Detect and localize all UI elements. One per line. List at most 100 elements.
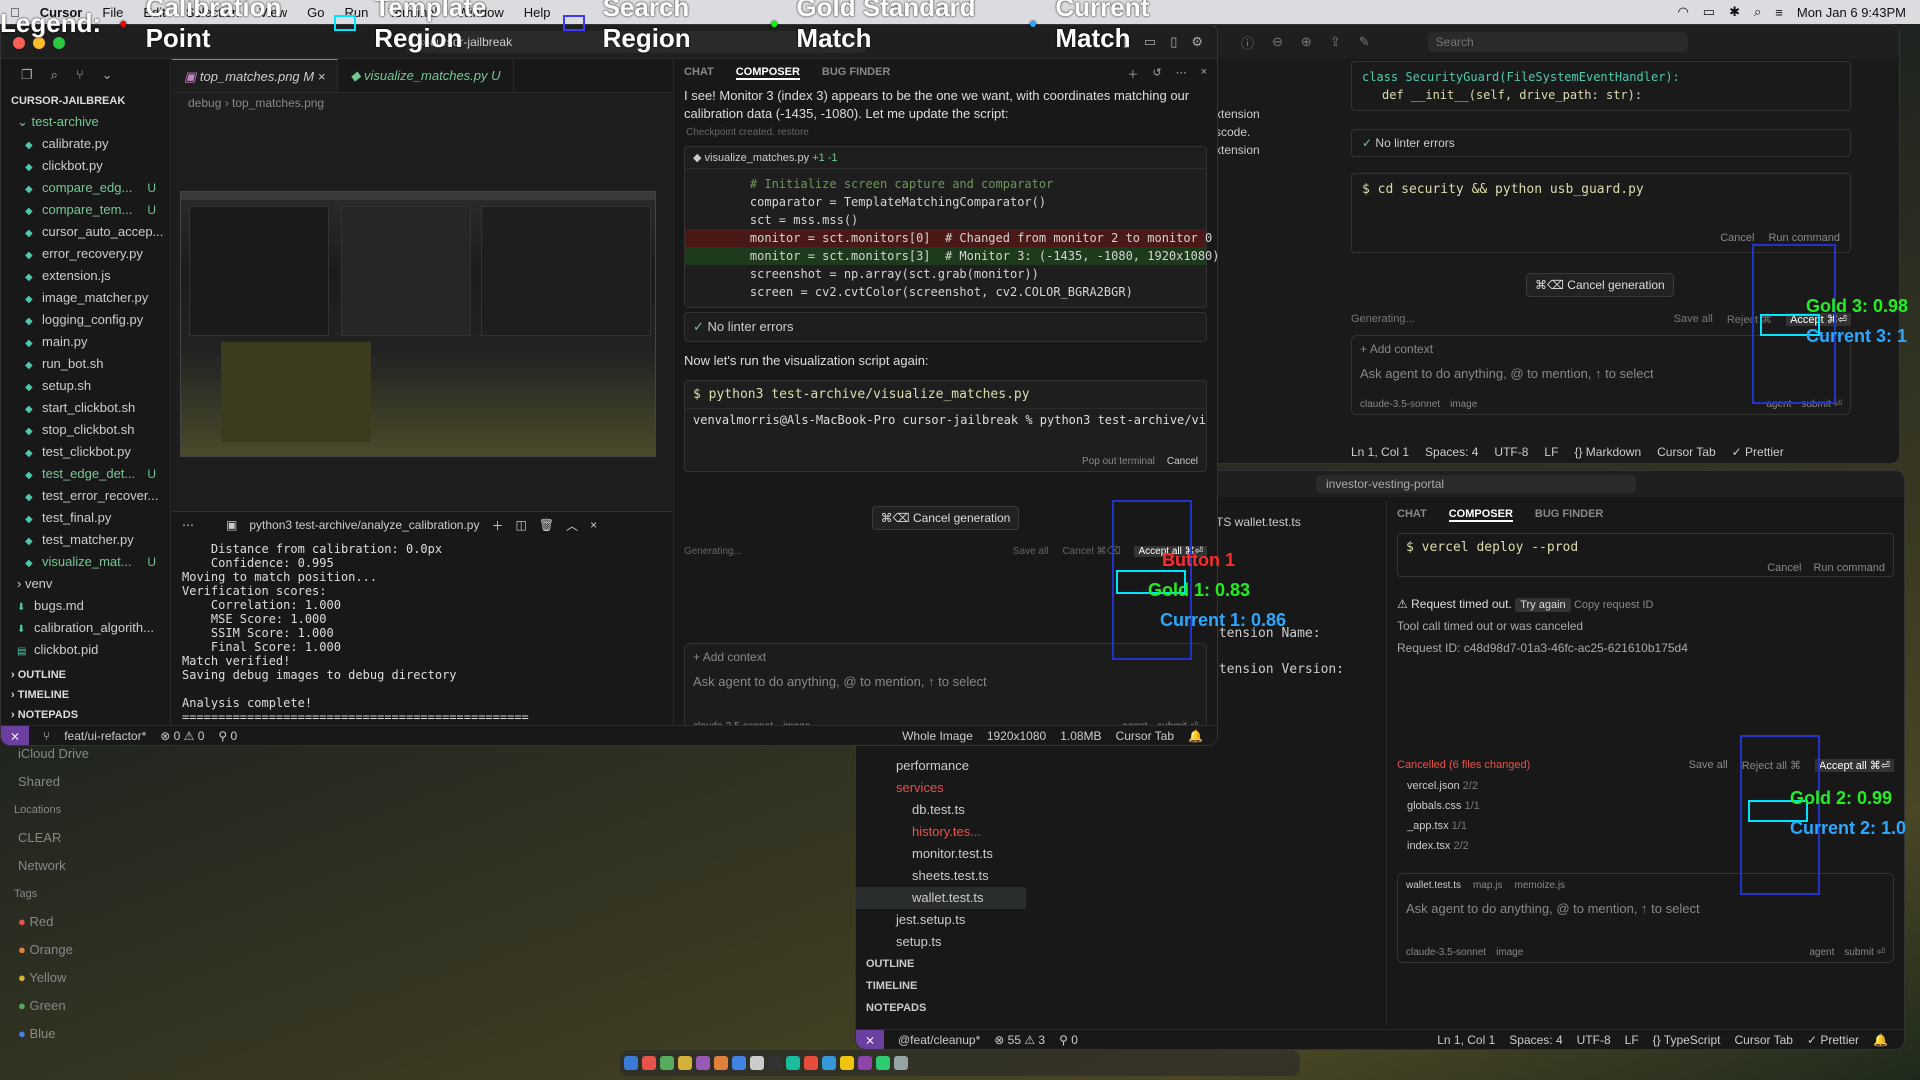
changed-file[interactable]: vercel.json 2/2 xyxy=(1407,776,1894,796)
bell-icon[interactable]: 🔔 xyxy=(1188,729,1217,743)
wifi-icon[interactable]: ◠ xyxy=(1677,4,1688,20)
menu-run[interactable]: Run xyxy=(345,5,369,20)
chevron-down-icon[interactable]: ⌄ xyxy=(102,67,113,83)
dock-app-icon[interactable] xyxy=(714,1056,728,1070)
control-center-icon[interactable]: ≡ xyxy=(1775,5,1783,20)
share-icon[interactable]: ⇪ xyxy=(1330,34,1341,50)
save-all-button[interactable]: Save all xyxy=(1013,546,1049,557)
menu-window[interactable]: Window xyxy=(458,5,504,20)
menu-selection[interactable]: Selection xyxy=(186,5,239,20)
context-tab[interactable]: map.js xyxy=(1473,880,1502,891)
status-view-mode[interactable]: Whole Image xyxy=(902,729,973,743)
menu-go[interactable]: Go xyxy=(307,5,324,20)
accept-all-button[interactable]: Accept all ⌘⏎ xyxy=(1815,759,1894,772)
folder-test-archive[interactable]: ⌄ test-archive xyxy=(1,111,170,133)
section-outline[interactable]: OUTLINE xyxy=(856,953,1026,975)
dock-app-icon[interactable] xyxy=(660,1056,674,1070)
toggle-panel-icon[interactable]: ▭ xyxy=(1144,34,1156,50)
status-cursor-tab[interactable]: Cursor Tab xyxy=(1657,445,1715,459)
toggle-sidebar-icon[interactable]: ▯ xyxy=(1123,34,1130,50)
more-icon[interactable]: ⋯ xyxy=(182,518,194,532)
sidebar-file[interactable]: ◆ compare_tem... U xyxy=(1,199,170,221)
menu-app-name[interactable]: Cursor xyxy=(40,5,83,20)
settings-gear-icon[interactable]: ⚙ xyxy=(1191,34,1203,50)
new-chat-icon[interactable]: ＋ xyxy=(1127,66,1138,81)
status-encoding[interactable]: UTF-8 xyxy=(1577,1033,1611,1047)
sidebar-file[interactable]: ◆ setup.sh xyxy=(1,375,170,397)
history-icon[interactable]: ↺ xyxy=(1152,66,1161,80)
section-notepads[interactable]: NOTEPADS xyxy=(856,997,1026,1019)
status-eol[interactable]: LF xyxy=(1544,445,1558,459)
cancel-generation-button[interactable]: ⌘⌫ Cancel generation xyxy=(871,506,1020,530)
sidebar-file[interactable]: ◆ run_bot.sh xyxy=(1,353,170,375)
zoom-window-icon[interactable] xyxy=(53,37,65,49)
tree-file[interactable]: db.test.ts xyxy=(856,799,1026,821)
tree-folder-services[interactable]: services xyxy=(856,777,1026,799)
sidebar-file[interactable]: ◆ test_clickbot.py xyxy=(1,441,170,463)
maximize-panel-icon[interactable]: ︿ xyxy=(566,517,578,534)
status-branch[interactable]: feat/ui-refactor* xyxy=(64,729,146,743)
tab-composer[interactable]: COMPOSER xyxy=(1448,508,1513,522)
sidebar-file[interactable]: ◆ logging_config.py xyxy=(1,309,170,331)
copy-request-id-button[interactable]: Copy request ID xyxy=(1574,599,1653,611)
model-selector[interactable]: claude-3.5-sonnet xyxy=(1406,947,1486,958)
sidebar-file[interactable]: ◆ image_matcher.py xyxy=(1,287,170,309)
finder-location-clear[interactable]: CLEAR xyxy=(0,824,190,852)
dock-app-icon[interactable] xyxy=(876,1056,890,1070)
tab-wallet-test[interactable]: TS wallet.test.ts xyxy=(1216,515,1301,529)
section-notepads[interactable]: › NOTEPADS xyxy=(1,705,170,725)
markup-icon[interactable]: ✎ xyxy=(1359,34,1370,50)
tree-file[interactable]: sheets.test.ts xyxy=(856,865,1026,887)
sidebar-file[interactable]: ◆ test_edge_det... U xyxy=(1,463,170,485)
status-cursor-tab[interactable]: Cursor Tab xyxy=(1116,729,1174,743)
explorer-root[interactable]: CURSOR-JAILBREAK xyxy=(1,91,170,111)
tab-top-matches[interactable]: ▣ top_matches.png M × xyxy=(172,59,339,92)
status-spaces[interactable]: Spaces: 4 xyxy=(1425,445,1478,459)
tree-file[interactable]: history.tes... xyxy=(856,821,1026,843)
dock-app-icon[interactable] xyxy=(642,1056,656,1070)
finder-shared[interactable]: Shared xyxy=(0,768,190,796)
remote-indicator[interactable]: ⨯ xyxy=(1,725,29,745)
dock-app-icon[interactable] xyxy=(624,1056,638,1070)
finder-tag-green[interactable]: ● Green xyxy=(0,992,190,1020)
finder-location-network[interactable]: Network xyxy=(0,852,190,880)
dock-app-icon[interactable] xyxy=(822,1056,836,1070)
run-command-button[interactable]: Run command xyxy=(1768,232,1840,244)
command-center-search[interactable]: ⌕ cursor-jailbreak xyxy=(406,31,866,53)
dock-app-icon[interactable] xyxy=(840,1056,854,1070)
close-icon[interactable]: × xyxy=(1201,66,1207,80)
cancel-button[interactable]: Cancel xyxy=(1720,232,1754,244)
close-icon[interactable]: × xyxy=(318,69,326,84)
status-branch[interactable]: @feat/cleanup* xyxy=(898,1033,980,1047)
sidebar-file[interactable]: ◆ test_error_recover... xyxy=(1,485,170,507)
sidebar-file[interactable]: ◆ compare_edg... U xyxy=(1,177,170,199)
tree-file[interactable]: wallet.test.ts xyxy=(856,887,1026,909)
toggle-secondary-icon[interactable]: ▯ xyxy=(1170,34,1177,50)
dock-app-icon[interactable] xyxy=(858,1056,872,1070)
close-window-icon[interactable] xyxy=(13,37,25,49)
terminal-title[interactable]: python3 test-archive/analyze_calibration… xyxy=(249,518,479,532)
context-tab[interactable]: memoize.js xyxy=(1514,880,1565,891)
breadcrumb-item[interactable]: top_matches.png xyxy=(232,96,324,110)
mode-selector[interactable]: agent xyxy=(1809,947,1834,958)
file-bugs-md[interactable]: ⬇ bugs.md xyxy=(1,595,170,617)
finder-tag-orange[interactable]: ● Orange xyxy=(0,936,190,964)
dock-app-icon[interactable] xyxy=(804,1056,818,1070)
status-problems[interactable]: ⊗ 55 ⚠ 3 xyxy=(994,1033,1045,1047)
status-spaces[interactable]: Spaces: 4 xyxy=(1509,1033,1562,1047)
finder-tag-red[interactable]: ● Red xyxy=(0,908,190,936)
dock-app-icon[interactable] xyxy=(732,1056,746,1070)
source-control-icon[interactable]: ⑂ xyxy=(76,67,84,83)
bluetooth-icon[interactable]: ✱ xyxy=(1729,4,1740,20)
tree-file[interactable]: setup.ts xyxy=(856,931,1026,953)
tree-folder-performance[interactable]: performance xyxy=(856,755,1026,777)
trash-icon[interactable]: 🗑 xyxy=(539,518,554,532)
zoom-out-icon[interactable]: ⊖ xyxy=(1272,34,1283,50)
terminal-output[interactable]: Distance from calibration: 0.0px Confide… xyxy=(172,538,672,742)
cancel-generation-button[interactable]: ⌘⌫ Cancel generation xyxy=(1526,273,1674,297)
tab-composer[interactable]: COMPOSER xyxy=(735,66,800,80)
tree-file[interactable]: monitor.test.ts xyxy=(856,843,1026,865)
sidebar-file[interactable]: ◆ error_recovery.py xyxy=(1,243,170,265)
finder-tag-blue[interactable]: ● Blue xyxy=(0,1020,190,1048)
dock-app-icon[interactable] xyxy=(678,1056,692,1070)
